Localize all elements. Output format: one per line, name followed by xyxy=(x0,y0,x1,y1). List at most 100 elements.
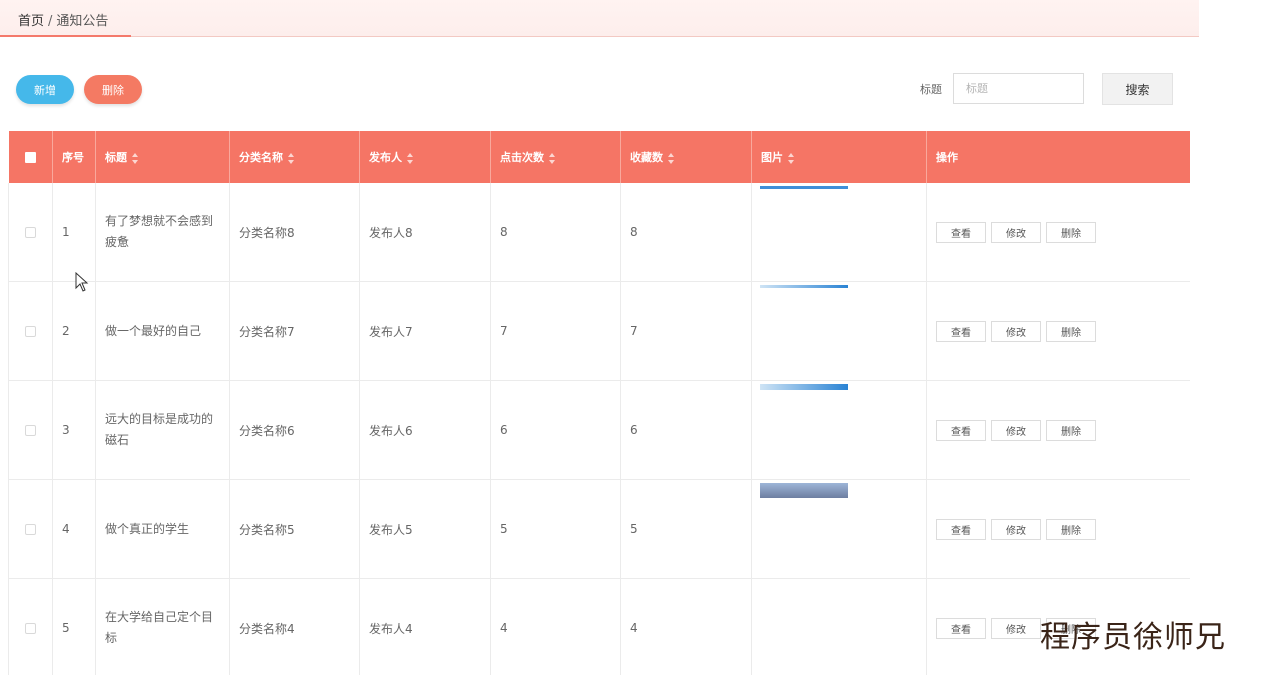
row-clicks: 8 xyxy=(490,183,621,282)
col-category-header[interactable]: 分类名称 xyxy=(229,131,360,183)
row-checkbox[interactable] xyxy=(25,623,36,634)
row-checkbox[interactable] xyxy=(25,425,36,436)
table-header-row: 序号 标题 分类名称 发布人 点击次数 收藏数 图片 操作 xyxy=(8,131,1190,183)
row-index: 2 xyxy=(52,281,96,381)
row-category: 分类名称4 xyxy=(229,578,360,675)
delete-button[interactable]: 删除 xyxy=(1046,320,1096,342)
col-publisher-header[interactable]: 发布人 xyxy=(359,131,491,183)
sort-icon[interactable] xyxy=(132,152,139,164)
mouse-pointer-icon xyxy=(75,272,89,292)
edit-button[interactable]: 修改 xyxy=(991,320,1041,342)
row-category: 分类名称6 xyxy=(229,380,360,480)
view-button[interactable]: 查看 xyxy=(936,320,986,342)
table-row: 1 有了梦想就不会感到疲惫 分类名称8 发布人8 8 8 查看 修改 删除 xyxy=(8,183,1190,282)
sort-icon[interactable] xyxy=(788,152,795,164)
col-actions-label: 操作 xyxy=(936,151,958,164)
col-publisher-label: 发布人 xyxy=(369,151,402,164)
delete-button[interactable]: 删除 xyxy=(1046,419,1096,441)
row-clicks: 5 xyxy=(490,479,621,579)
row-image-cell xyxy=(751,380,927,480)
breadcrumb-current: 通知公告 xyxy=(56,14,109,29)
row-clicks: 4 xyxy=(490,578,621,675)
active-tab-underline xyxy=(0,35,131,37)
row-actions: 查看 修改 删除 xyxy=(926,380,1190,480)
row-title: 做一个最好的自己 xyxy=(95,281,230,381)
table-row: 2 做一个最好的自己 分类名称7 发布人7 7 7 查看 修改 删除 xyxy=(8,281,1190,381)
row-index: 1 xyxy=(52,183,96,282)
edit-button[interactable]: 修改 xyxy=(991,419,1041,441)
delete-button[interactable]: 删除 xyxy=(1046,518,1096,540)
row-thumbnail-image[interactable] xyxy=(760,285,848,288)
row-publisher: 发布人6 xyxy=(359,380,491,480)
row-select-cell xyxy=(8,183,53,282)
row-publisher: 发布人7 xyxy=(359,281,491,381)
sort-icon[interactable] xyxy=(668,152,675,164)
breadcrumb-home[interactable]: 首页 xyxy=(18,14,44,29)
view-button[interactable]: 查看 xyxy=(936,221,986,243)
row-title: 远大的目标是成功的磁石 xyxy=(95,380,230,480)
row-clicks: 7 xyxy=(490,281,621,381)
col-index-label: 序号 xyxy=(62,151,84,164)
row-title: 有了梦想就不会感到疲惫 xyxy=(95,183,230,282)
row-image-cell xyxy=(751,183,927,282)
row-publisher: 发布人8 xyxy=(359,183,491,282)
row-favorites: 6 xyxy=(620,380,752,480)
row-title: 做个真正的学生 xyxy=(95,479,230,579)
edit-button[interactable]: 修改 xyxy=(991,221,1041,243)
row-clicks: 6 xyxy=(490,380,621,480)
row-favorites: 7 xyxy=(620,281,752,381)
edit-button[interactable]: 修改 xyxy=(991,518,1041,540)
row-category: 分类名称8 xyxy=(229,183,360,282)
edit-button[interactable]: 修改 xyxy=(991,617,1041,639)
table-row: 3 远大的目标是成功的磁石 分类名称6 发布人6 6 6 查看 修改 删除 xyxy=(8,380,1190,480)
row-actions: 查看 修改 删除 xyxy=(926,479,1190,579)
view-button[interactable]: 查看 xyxy=(936,518,986,540)
row-publisher: 发布人4 xyxy=(359,578,491,675)
add-button[interactable]: 新增 xyxy=(16,75,74,104)
row-image-cell xyxy=(751,479,927,579)
row-checkbox[interactable] xyxy=(25,524,36,535)
row-index: 3 xyxy=(52,380,96,480)
row-favorites: 4 xyxy=(620,578,752,675)
col-favorites-header[interactable]: 收藏数 xyxy=(620,131,752,183)
row-image-cell xyxy=(751,281,927,381)
row-checkbox[interactable] xyxy=(25,326,36,337)
view-button[interactable]: 查看 xyxy=(936,419,986,441)
row-title: 在大学给自己定个目标 xyxy=(95,578,230,675)
col-actions-header: 操作 xyxy=(926,131,1190,183)
sort-icon[interactable] xyxy=(407,152,414,164)
col-favorites-label: 收藏数 xyxy=(630,151,663,164)
delete-button[interactable]: 删除 xyxy=(1046,221,1096,243)
breadcrumb: 首页 / 通知公告 xyxy=(18,10,108,29)
row-thumbnail-image[interactable] xyxy=(760,384,848,390)
col-clicks-label: 点击次数 xyxy=(500,151,544,164)
row-select-cell xyxy=(8,578,53,675)
view-button[interactable]: 查看 xyxy=(936,617,986,639)
row-actions: 查看 修改 删除 xyxy=(926,183,1190,282)
search-input[interactable] xyxy=(953,73,1084,104)
page: 首页 /通知公告 新增 删除 标题 搜索 序号 标题 分类名称 发布人 点击次数 xyxy=(0,0,1269,675)
row-index: 4 xyxy=(52,479,96,579)
col-clicks-header[interactable]: 点击次数 xyxy=(490,131,621,183)
table-row: 5 在大学给自己定个目标 分类名称4 发布人4 4 4 查看 修改 删除 xyxy=(8,578,1190,675)
row-checkbox[interactable] xyxy=(25,227,36,238)
row-thumbnail-image[interactable] xyxy=(760,186,848,189)
table-row: 4 做个真正的学生 分类名称5 发布人5 5 5 查看 修改 删除 xyxy=(8,479,1190,579)
col-title-header[interactable]: 标题 xyxy=(95,131,230,183)
breadcrumb-separator: / xyxy=(48,14,53,29)
batch-delete-button[interactable]: 删除 xyxy=(84,75,142,104)
col-category-label: 分类名称 xyxy=(239,151,283,164)
search-button[interactable]: 搜索 xyxy=(1102,73,1173,105)
row-actions: 查看 修改 删除 xyxy=(926,281,1190,381)
col-image-label: 图片 xyxy=(761,151,783,164)
row-thumbnail-image[interactable] xyxy=(760,483,848,498)
select-all-checkbox[interactable] xyxy=(24,152,36,163)
row-category: 分类名称5 xyxy=(229,479,360,579)
sort-icon[interactable] xyxy=(549,152,556,164)
notice-table: 序号 标题 分类名称 发布人 点击次数 收藏数 图片 操作 1 有了梦想就不会感… xyxy=(8,131,1190,675)
col-title-label: 标题 xyxy=(105,151,127,164)
row-index: 5 xyxy=(52,578,96,675)
col-image-header[interactable]: 图片 xyxy=(751,131,927,183)
sort-icon[interactable] xyxy=(288,152,295,164)
row-select-cell xyxy=(8,380,53,480)
